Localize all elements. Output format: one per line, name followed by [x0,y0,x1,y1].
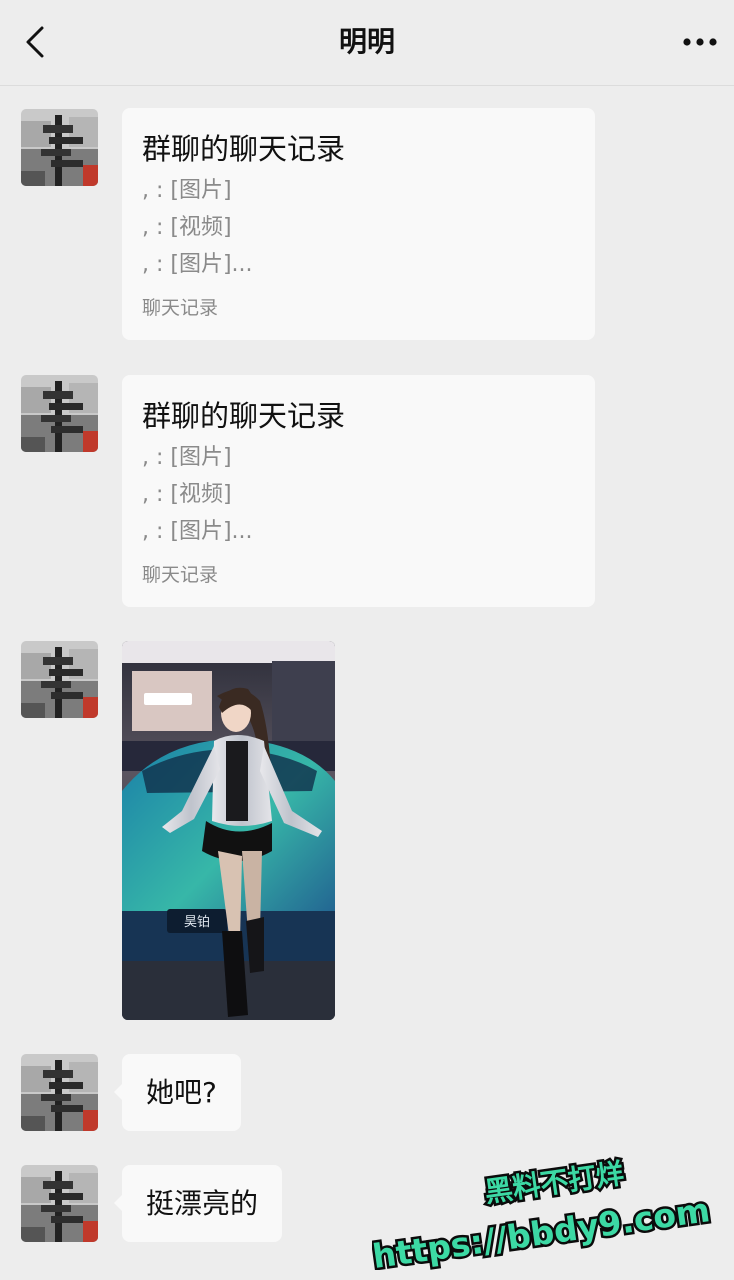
watermark-line1: 黑料不打烊 [483,1157,626,1209]
avatar-image [21,1054,98,1131]
contact-avatar[interactable] [21,641,98,718]
text-message-bubble[interactable]: 挺漂亮的 [113,1165,283,1242]
chat-record-footer: 聊天记录 [142,564,219,586]
avatar-image [21,641,98,718]
more-dots-icon [683,38,717,46]
image-message[interactable]: 昊铂 [122,641,335,1020]
chat-record-title: 群聊的聊天记录 [142,399,346,433]
more-button[interactable] [678,20,722,64]
chat-header: 明明 [0,0,734,86]
chat-record-line: , : [图片]... [142,519,253,544]
chat-title: 明明 [338,25,395,58]
watermark-line2: https://bbdy9.com [372,1190,712,1270]
chat-record-footer: 聊天记录 [142,297,219,319]
avatar-image [21,375,98,452]
chat-record-line: , : [图片] [142,178,232,203]
contact-avatar[interactable] [21,1165,98,1242]
chat-record-card[interactable]: 群聊的聊天记录 , : [图片] , : [视频] , : [图片]... 聊天… [122,375,595,607]
contact-avatar[interactable] [21,1054,98,1131]
chat-record-line: , : [视频] [142,215,232,240]
photo-woman-on-car: 昊铂 [122,641,335,1020]
contact-avatar[interactable] [21,375,98,452]
chat-record-card[interactable]: 群聊的聊天记录 , : [图片] , : [视频] , : [图片]... 聊天… [122,108,595,340]
chat-record-line: , : [图片] [142,445,232,470]
car-badge: 昊铂 [184,914,210,930]
chat-record-line: , : [图片]... [142,252,253,277]
contact-avatar[interactable] [21,109,98,186]
avatar-image [21,109,98,186]
avatar-image [21,1165,98,1242]
text-message-bubble[interactable]: 她吧? [114,1054,241,1131]
watermark: 黑料不打烊 https://bbdy9.com [372,1154,715,1270]
chat-record-title: 群聊的聊天记录 [142,132,346,166]
chat-record-line: , : [视频] [142,482,232,507]
